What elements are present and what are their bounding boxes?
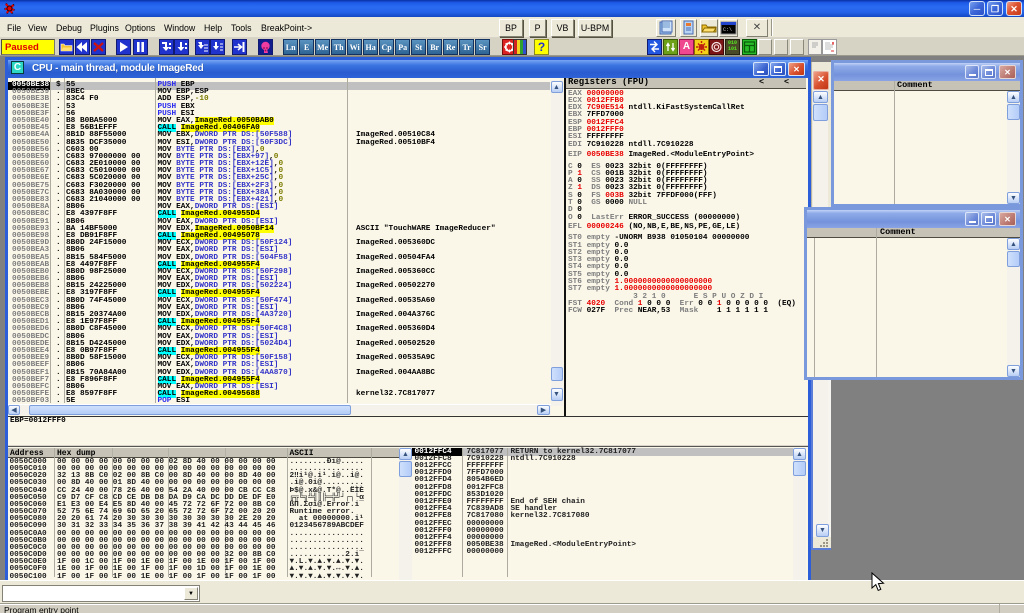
svg-text:C:\: C:\ (723, 27, 732, 33)
